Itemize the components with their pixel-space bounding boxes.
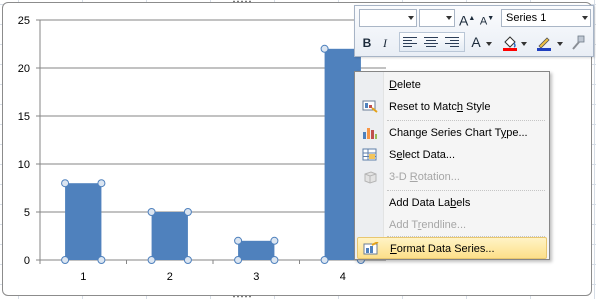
menu-item-label: Format Data Series... [390,243,495,255]
align-right-icon[interactable] [445,37,459,48]
y-tick-label: 15 [18,111,30,123]
selection-handle[interactable] [234,236,243,245]
chevron-down-icon[interactable] [486,42,492,46]
x-tick-label: 2 [167,271,173,283]
selection-handle[interactable] [97,179,106,188]
italic-button[interactable]: I [377,34,393,52]
rotation-icon [364,171,377,184]
grow-font-button[interactable]: A▲ [459,10,475,29]
y-tick-label: 5 [24,207,30,219]
chevron-down-icon [408,16,414,20]
selection-handle[interactable] [270,256,279,264]
font-color-button[interactable]: A [469,33,483,51]
menu-item-label: Change Series Chart Type... [389,127,528,139]
series-bars[interactable] [61,44,365,264]
context-menu: Delete Reset to Match Style Change Serie… [354,71,550,260]
selection-handle[interactable] [61,179,70,188]
chevron-down-icon [446,16,452,20]
selection-handle[interactable] [183,256,192,264]
format-series-icon [363,242,379,255]
bold-button[interactable]: B [359,34,375,52]
menu-item-change-chart-type[interactable]: Change Series Chart Type... [357,122,547,144]
grow-font-icon: A [459,12,469,29]
x-axis-labels: 1 2 3 4 [39,260,346,283]
reset-style-icon [362,100,378,113]
menu-item-label: Add Trendline... [389,219,467,231]
font-size-box[interactable] [419,9,455,27]
menu-item-label: Add Data Labels [389,197,471,209]
menu-item-select-data[interactable]: Select Data... [357,144,547,166]
fill-color-icon[interactable] [501,34,519,52]
series-select[interactable]: Series 1 [501,9,591,27]
bar[interactable] [65,183,102,260]
selection-handle[interactable] [234,256,243,264]
selection-handle[interactable] [320,44,329,53]
chevron-down-icon[interactable] [557,42,563,46]
menu-item-label: Select Data... [389,149,456,161]
font-color-icon: A [471,34,481,50]
format-painter-icon[interactable] [569,34,587,52]
chevron-down-icon [582,16,588,20]
chart-type-icon [363,128,377,139]
menu-separator [387,190,545,191]
selection-handle[interactable] [183,208,192,216]
align-left-icon[interactable] [403,37,417,48]
y-tick-label: 10 [18,159,30,171]
menu-item-label: Reset to Match Style [389,101,491,113]
menu-item-label: 3-D Rotation... [389,171,460,183]
mini-toolbar: A▲ A▼ Series 1 B I A [354,5,594,57]
selection-handle[interactable] [147,208,156,216]
x-tick-label: 4 [340,271,346,283]
font-name-box[interactable] [359,9,417,27]
menu-item-reset-style[interactable]: Reset to Match Style [357,96,547,118]
x-tick-label: 1 [80,271,86,283]
y-axis-labels: 0 5 10 15 20 25 [18,15,30,267]
bar[interactable] [151,212,188,260]
bold-icon: B [362,36,372,50]
selection-handle[interactable] [147,256,156,264]
selection-handle[interactable] [320,256,329,264]
series-select-value: Series 1 [506,12,547,24]
x-tick-label: 3 [253,271,259,283]
menu-item-delete[interactable]: Delete [357,74,547,96]
selection-handle[interactable] [61,256,70,264]
align-center-icon[interactable] [424,37,438,48]
menu-item-add-trendline: Add Trendline... [357,214,547,236]
select-data-icon [362,148,377,161]
menu-item-label: Delete [389,79,421,91]
outline-color-icon[interactable] [535,34,553,52]
menu-item-add-data-labels[interactable]: Add Data Labels [357,192,547,214]
bar[interactable] [238,240,275,260]
chevron-down-icon[interactable] [521,42,527,46]
y-tick-label: 25 [18,15,30,27]
italic-icon: I [383,36,387,50]
y-tick-label: 0 [24,255,30,267]
menu-item-3d-rotation: 3-D Rotation... [357,166,547,188]
selection-handle[interactable] [270,236,279,245]
shrink-font-button[interactable]: A▼ [479,10,495,28]
menu-item-format-data-series[interactable]: Format Data Series... [357,237,547,259]
menu-separator [387,120,545,121]
alignment-group [399,32,465,52]
y-tick-label: 20 [18,63,30,75]
selection-handle[interactable] [97,256,106,264]
